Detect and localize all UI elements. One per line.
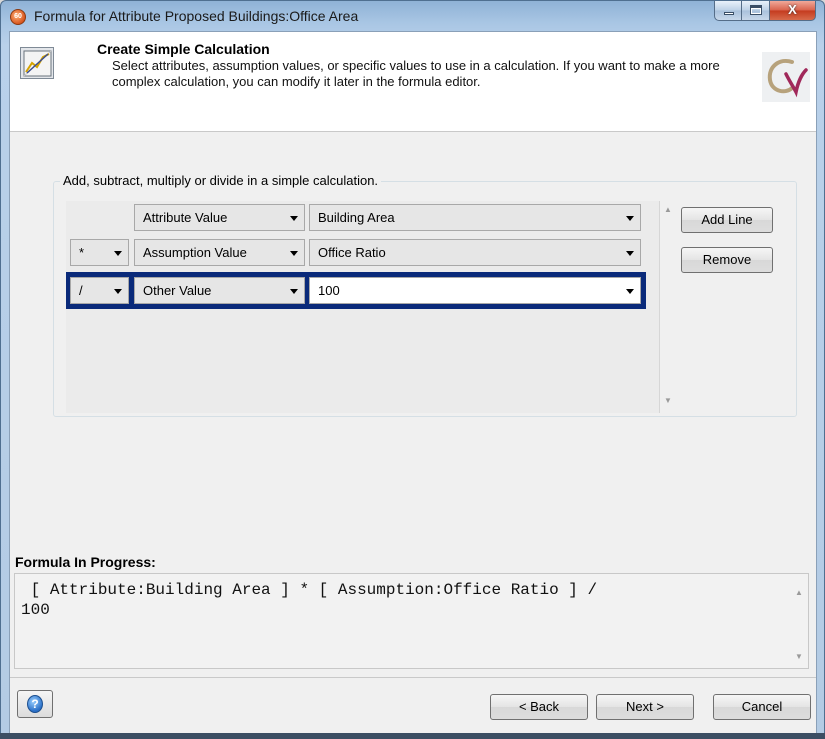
title-bar[interactable]: 60 Formula for Attribute Proposed Buildi… [1, 1, 824, 31]
header-title: Create Simple Calculation [97, 41, 270, 57]
scroll-up-icon[interactable]: ▲ [795, 588, 803, 597]
maximize-button[interactable] [742, 1, 770, 21]
remove-button[interactable]: Remove [681, 247, 773, 273]
dialog-window: 60 Formula for Attribute Proposed Buildi… [0, 0, 825, 739]
row-type-value: Attribute Value [143, 210, 228, 225]
minimize-button[interactable] [714, 1, 742, 21]
close-icon: X [788, 2, 797, 17]
calculation-grid: Attribute Value Building Area * Assumpti… [66, 201, 660, 413]
row-value-value: 100 [318, 283, 340, 298]
row-type-select[interactable]: Assumption Value [134, 239, 305, 266]
row-type-select[interactable]: Other Value [134, 277, 305, 304]
formula-label: Formula In Progress: [15, 554, 156, 570]
cv-logo [762, 52, 810, 102]
row-value-value: Building Area [318, 210, 395, 225]
row-type-select[interactable]: Attribute Value [134, 204, 305, 231]
group-label: Add, subtract, multiply or divide in a s… [60, 173, 382, 188]
row-operator-value: / [79, 283, 83, 298]
scroll-down-icon[interactable]: ▼ [664, 396, 672, 405]
row-operator-value: * [79, 245, 85, 260]
close-button[interactable]: X [770, 1, 816, 21]
row-value-input[interactable]: 100 [309, 277, 641, 304]
taskbar-edge [0, 733, 825, 739]
back-button[interactable]: < Back [490, 694, 588, 720]
grid-scrollbar[interactable]: ▲ ▼ [660, 201, 677, 413]
chevron-down-icon [290, 216, 298, 221]
footer-divider [10, 677, 816, 678]
row-value-select[interactable]: Office Ratio [309, 239, 641, 266]
help-icon: ? [27, 695, 43, 713]
caption-buttons: X [714, 1, 816, 23]
row-value-select[interactable]: Building Area [309, 204, 641, 231]
chevron-down-icon [290, 289, 298, 294]
dialog-client: Create Simple Calculation Select attribu… [9, 31, 817, 734]
window-title: Formula for Attribute Proposed Buildings… [34, 8, 359, 24]
app-icon[interactable]: 60 [10, 9, 26, 25]
calc-row-selected: / Other Value 100 [66, 272, 646, 309]
cancel-button[interactable]: Cancel [713, 694, 811, 720]
row-operator-select[interactable]: / [70, 277, 129, 304]
calculation-group: Add, subtract, multiply or divide in a s… [53, 173, 797, 417]
chevron-down-icon [114, 251, 122, 256]
chevron-down-icon [290, 251, 298, 256]
minimize-icon [724, 12, 734, 15]
row-type-value: Assumption Value [143, 245, 247, 260]
header-description: Select attributes, assumption values, or… [112, 58, 720, 89]
scroll-down-icon[interactable]: ▼ [795, 652, 803, 661]
maximize-icon [750, 5, 762, 15]
chevron-down-icon [626, 289, 634, 294]
wizard-header: Create Simple Calculation Select attribu… [10, 32, 816, 132]
chevron-down-icon [626, 251, 634, 256]
calc-row: Attribute Value Building Area [66, 204, 660, 235]
chart-icon [20, 47, 54, 79]
chevron-down-icon [114, 289, 122, 294]
next-button[interactable]: Next > [596, 694, 694, 720]
help-button[interactable]: ? [17, 690, 53, 718]
formula-text: [ Attribute:Building Area ] * [ Assumpti… [21, 581, 598, 619]
add-line-button[interactable]: Add Line [681, 207, 773, 233]
calc-row: * Assumption Value Office Ratio [66, 239, 660, 270]
row-type-value: Other Value [143, 283, 212, 298]
formula-textbox[interactable]: [ Attribute:Building Area ] * [ Assumpti… [14, 573, 809, 669]
row-value-value: Office Ratio [318, 245, 386, 260]
formula-scrollbar[interactable]: ▲ ▼ [790, 574, 808, 668]
scroll-up-icon[interactable]: ▲ [664, 205, 672, 214]
row-operator-select[interactable]: * [70, 239, 129, 266]
chevron-down-icon [626, 216, 634, 221]
